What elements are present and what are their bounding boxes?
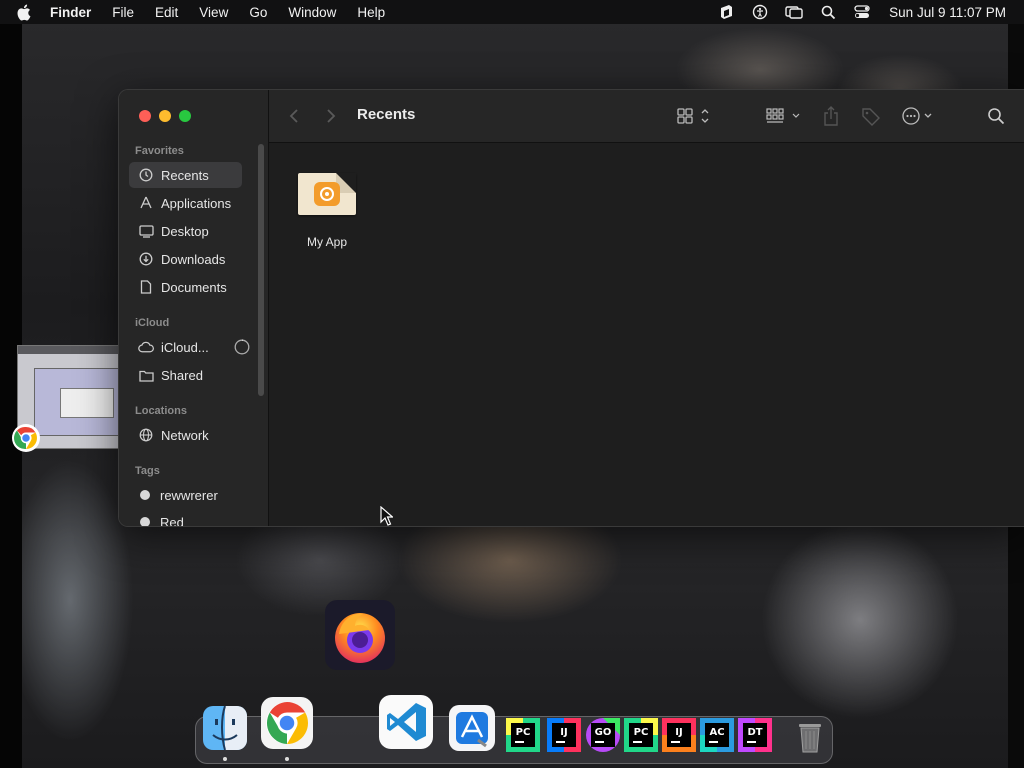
pycharm-label: PC xyxy=(633,726,649,738)
finder-toolbar: Recents xyxy=(269,90,1024,143)
sidebar-item-label: Network xyxy=(161,427,209,443)
dock-finder-icon[interactable] xyxy=(202,705,248,751)
document-icon xyxy=(138,279,154,295)
screen-mirroring-icon[interactable] xyxy=(785,4,803,20)
dottrace-label: DT xyxy=(747,726,763,738)
dock-trash-icon[interactable] xyxy=(794,719,826,755)
menu-finder[interactable]: Finder xyxy=(50,5,91,20)
tag-color-dot xyxy=(140,517,150,526)
desktop-icon xyxy=(138,223,154,239)
sidebar-item-recents[interactable]: Recents xyxy=(129,162,242,188)
window-title: Recents xyxy=(357,106,416,123)
back-chevron-icon[interactable] xyxy=(289,106,299,126)
firefox-icon[interactable] xyxy=(325,600,395,670)
search-icon[interactable] xyxy=(987,106,1005,126)
mouse-pointer-icon xyxy=(380,505,395,531)
sidebar-item-shared[interactable]: Shared xyxy=(129,362,242,388)
file-item[interactable]: My App xyxy=(297,173,357,249)
sidebar-item-label: Desktop xyxy=(161,223,209,239)
dock-dottrace-icon[interactable]: DT xyxy=(738,718,772,752)
more-actions-icon[interactable] xyxy=(901,106,937,126)
cloud-icon xyxy=(138,339,154,355)
globe-icon xyxy=(138,427,154,443)
accessibility-icon[interactable] xyxy=(751,4,769,20)
zoom-button[interactable] xyxy=(179,110,191,122)
clock-icon xyxy=(138,167,154,183)
chrome-badge-icon xyxy=(10,422,42,454)
stack-icon[interactable] xyxy=(717,4,735,20)
download-icon xyxy=(138,251,154,267)
tag-icon[interactable] xyxy=(861,106,881,126)
dock-pycharm-icon[interactable]: PC xyxy=(506,718,540,752)
tags-section-title: Tags xyxy=(135,465,160,477)
file-browser-content[interactable]: My App xyxy=(269,143,1024,526)
sidebar-item-desktop[interactable]: Desktop xyxy=(129,218,242,244)
sidebar-item-label: Applications xyxy=(161,195,232,211)
icloud-section-title: iCloud xyxy=(135,317,170,329)
finder-sidebar: Favorites Recents Applications Desktop D… xyxy=(119,90,269,526)
thumbnail-titlebar xyxy=(18,346,118,354)
sidebar-item-label: iCloud... xyxy=(161,339,209,355)
dock-pycharm-2-icon[interactable]: PC xyxy=(624,718,658,752)
sidebar-item-downloads[interactable]: Downloads xyxy=(129,246,242,272)
dock-vscode-icon[interactable] xyxy=(378,694,434,750)
favorites-section-title: Favorites xyxy=(135,145,184,157)
view-mode-grid-icon[interactable] xyxy=(677,106,713,126)
sidebar-item-documents[interactable]: Documents xyxy=(129,274,242,300)
control-center-icon[interactable] xyxy=(853,4,871,20)
menu-view[interactable]: View xyxy=(199,5,228,20)
menu-bar: Finder File Edit View Go Window Help Sun… xyxy=(0,0,1024,24)
sidebar-item-applications[interactable]: Applications xyxy=(129,190,242,216)
menu-file[interactable]: File xyxy=(112,5,134,20)
forward-chevron-icon[interactable] xyxy=(326,106,336,126)
intellij-label: IJ xyxy=(560,726,568,738)
locations-section-title: Locations xyxy=(135,405,187,417)
app-document-icon xyxy=(298,173,356,215)
appcode-label: AC xyxy=(709,726,725,738)
spotlight-search-icon[interactable] xyxy=(819,4,837,20)
sidebar-tag-red[interactable]: Red xyxy=(129,509,242,527)
sidebar-item-label: Recents xyxy=(161,167,209,183)
dock-xcode-icon[interactable] xyxy=(448,704,496,752)
running-indicator xyxy=(285,757,289,761)
dock-chrome-icon[interactable] xyxy=(260,696,314,750)
sidebar-item-network[interactable]: Network xyxy=(129,422,242,448)
running-indicator xyxy=(223,757,227,761)
finder-window[interactable]: Favorites Recents Applications Desktop D… xyxy=(118,89,1024,527)
dock-intellij-icon[interactable]: IJ xyxy=(547,718,581,752)
sidebar-item-label: Downloads xyxy=(161,251,226,267)
minimize-button[interactable] xyxy=(159,110,171,122)
close-button[interactable] xyxy=(139,110,151,122)
window-controls xyxy=(139,110,191,122)
group-by-icon[interactable] xyxy=(766,106,804,126)
menu-window[interactable]: Window xyxy=(288,5,336,20)
sidebar-item-icloud-drive[interactable]: iCloud... xyxy=(129,334,250,360)
dock-appcode-icon[interactable]: AC xyxy=(700,718,734,752)
goland-label: GO xyxy=(594,726,612,738)
apple-menu-icon[interactable] xyxy=(16,4,36,21)
file-name: My App xyxy=(306,235,348,249)
sidebar-scrollbar[interactable] xyxy=(258,144,264,396)
menu-go[interactable]: Go xyxy=(249,5,267,20)
sidebar-item-label: Red xyxy=(160,514,184,527)
dock-intellij-2-icon[interactable]: IJ xyxy=(662,718,696,752)
thumbnail-dialog xyxy=(60,388,114,418)
share-icon[interactable] xyxy=(823,106,839,126)
sidebar-item-label: Shared xyxy=(161,367,203,383)
sync-progress-icon xyxy=(234,339,250,358)
sidebar-item-label: Documents xyxy=(161,279,227,295)
pycharm-label: PC xyxy=(515,726,531,738)
menu-edit[interactable]: Edit xyxy=(155,5,178,20)
applications-icon xyxy=(138,195,154,211)
shared-folder-icon xyxy=(138,367,154,383)
menu-help[interactable]: Help xyxy=(357,5,385,20)
dock-goland-icon[interactable]: GO xyxy=(586,718,620,752)
sidebar-tag-rewwrerer[interactable]: rewwrerer xyxy=(129,482,242,508)
menu-bar-clock[interactable]: Sun Jul 9 11:07 PM xyxy=(889,5,1006,20)
sidebar-item-label: rewwrerer xyxy=(160,487,218,503)
intellij-label: IJ xyxy=(675,726,683,738)
tag-color-dot xyxy=(140,490,150,500)
